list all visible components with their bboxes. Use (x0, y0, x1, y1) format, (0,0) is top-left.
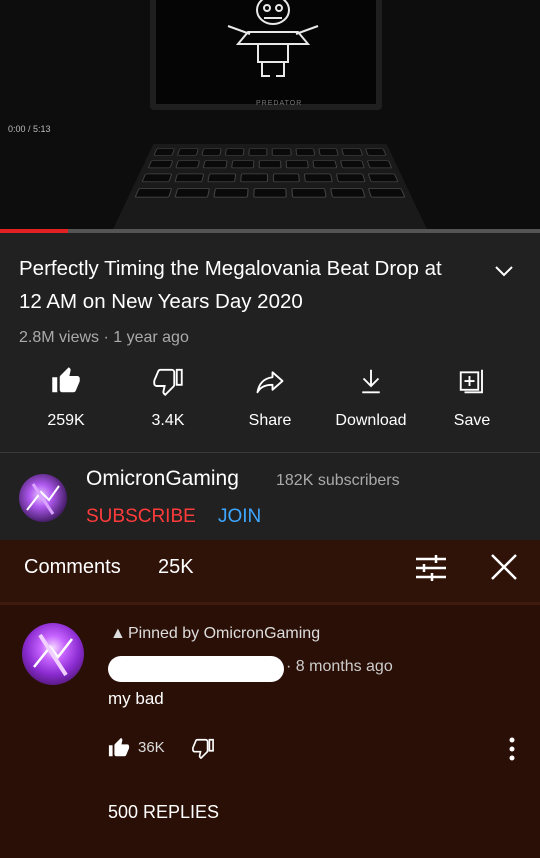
more-vert-icon[interactable] (504, 736, 520, 762)
comment-time: · 8 months ago (286, 658, 393, 675)
laptop-screen: PREDATOR (150, 0, 382, 110)
sort-filter-icon[interactable] (414, 553, 448, 583)
close-icon[interactable] (488, 551, 520, 583)
pin-icon: ▲ (110, 625, 126, 642)
join-button[interactable]: JOIN (218, 506, 261, 528)
comment-text: my bad (108, 689, 164, 708)
commenter-avatar[interactable] (22, 623, 84, 685)
video-player[interactable]: PREDATOR 0:00 / 5:13 (0, 0, 540, 233)
download-label: Download (335, 412, 407, 429)
share-button[interactable]: Share (220, 366, 320, 430)
download-button[interactable]: Download (321, 366, 421, 430)
keyboard-image (109, 144, 431, 233)
comments-count: 25K (158, 556, 194, 578)
progress-bar[interactable] (0, 229, 540, 233)
pinned-label: Pinned by OmicronGaming (128, 625, 321, 642)
thumb-up-filled-icon (52, 367, 80, 393)
like-button[interactable]: 259K (16, 366, 116, 430)
share-label: Share (248, 412, 292, 429)
video-meta: 2.8M views · 1 year ago (19, 329, 189, 346)
playlist-add-icon (459, 369, 483, 394)
comments-divider (0, 602, 540, 605)
comments-title: Comments (24, 556, 121, 578)
action-row: 259K 3.4K Share Download Save (0, 366, 540, 436)
sans-sprite-image (227, 0, 319, 77)
save-button[interactable]: Save (422, 366, 522, 430)
comment-like-count: 36K (138, 739, 165, 756)
dislike-button[interactable]: 3.4K (118, 366, 218, 430)
subscriber-count: 182K subscribers (276, 472, 400, 489)
video-title: Perfectly Timing the Megalovania Beat Dr… (19, 257, 442, 313)
chevron-down-icon[interactable] (492, 259, 516, 283)
playback-time: 0:00 / 5:13 (8, 124, 51, 134)
pinned-label-row: ▲ Pinned by OmicronGaming (110, 625, 320, 643)
share-arrow-icon (256, 371, 284, 394)
view-replies-button[interactable]: 500 REPLIES (108, 802, 219, 823)
dislike-count: 3.4K (151, 412, 185, 429)
channel-name[interactable]: OmicronGaming (86, 467, 239, 491)
redacted-username (108, 656, 284, 682)
comment-dislike-icon[interactable] (192, 737, 214, 759)
avatar-art (26, 483, 60, 515)
like-count: 259K (47, 412, 85, 429)
comment-like-icon[interactable] (108, 737, 130, 759)
download-icon (362, 369, 380, 394)
save-label: Save (453, 412, 491, 429)
comments-header: Comments 25K (0, 540, 540, 602)
laptop-brand: PREDATOR (256, 100, 303, 107)
commenter-avatar-art (33, 633, 73, 677)
thumb-down-icon (153, 368, 183, 396)
section-divider (0, 452, 540, 453)
comments-panel: Comments 25K (0, 540, 540, 858)
progress-fill (0, 229, 68, 233)
subscribe-button[interactable]: SUBSCRIBE (86, 506, 196, 528)
channel-avatar[interactable] (19, 474, 67, 522)
